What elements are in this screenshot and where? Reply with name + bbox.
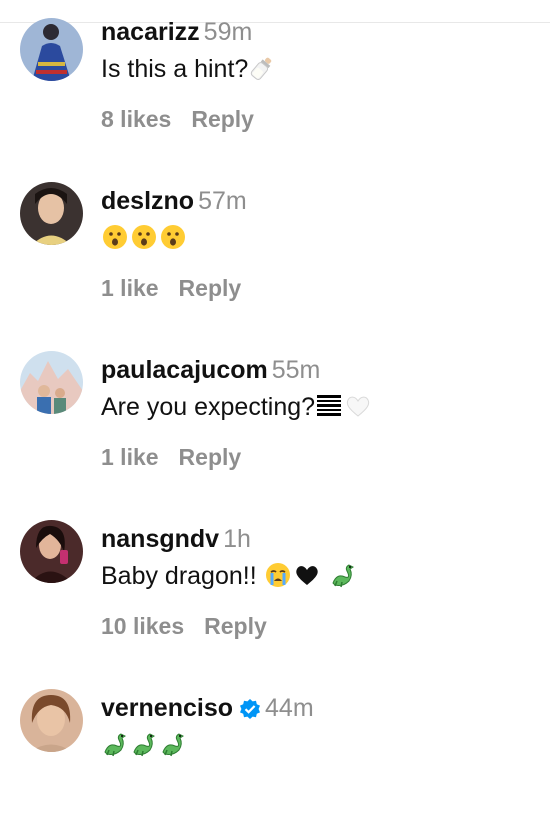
reply-button[interactable]: Reply: [204, 613, 267, 639]
barcode-icon: [315, 392, 343, 420]
username[interactable]: paulacajucom: [101, 356, 268, 384]
comment-header: vernenciso 44m: [101, 693, 314, 723]
dragon-icon: [130, 730, 158, 758]
comment-text: Are you expecting?: [101, 391, 373, 423]
comment-item: paulacajucom 55m Are you expecting? 1 lik…: [0, 338, 550, 488]
comment-body: Is this a hint?: [101, 55, 249, 83]
verified-badge-icon: [240, 699, 261, 719]
comment-header: deslzno 57m: [101, 186, 247, 216]
comment-text: [101, 222, 188, 254]
timestamp: 57m: [198, 187, 247, 215]
baby-bottle-icon: [248, 54, 276, 82]
timestamp: 59m: [203, 18, 253, 46]
dragon-icon: [329, 561, 357, 589]
likes-count[interactable]: 8 likes: [101, 106, 171, 132]
comment-actions: 1 like Reply: [101, 444, 241, 471]
comment-header: nacarizz 59m: [101, 17, 252, 47]
timestamp: 55m: [271, 356, 321, 384]
username[interactable]: nansgndv: [101, 525, 219, 553]
comment-text: Is this a hint?: [101, 53, 277, 85]
comment-text: Baby dragon!!: [101, 560, 358, 592]
username[interactable]: nacarizz: [101, 18, 200, 46]
likes-count[interactable]: 1 like: [101, 444, 159, 470]
comment-actions: 10 likes Reply: [101, 613, 267, 640]
avatar[interactable]: [20, 689, 83, 752]
dragon-icon: [101, 730, 129, 758]
likes-count[interactable]: 10 likes: [101, 613, 184, 639]
white-heart-icon: [344, 392, 372, 420]
comment-body: Baby dragon!!: [101, 562, 257, 590]
username[interactable]: vernenciso: [101, 694, 233, 722]
comment-body: Are you expecting?: [101, 393, 316, 421]
astonished-face-icon: [159, 223, 187, 251]
comment-header: paulacajucom 55m: [101, 355, 320, 385]
astonished-face-icon: [101, 223, 129, 251]
comment-item: deslzno 57m 1 like Reply: [0, 169, 550, 319]
black-heart-icon: [293, 561, 321, 589]
comment-actions: 8 likes Reply: [101, 106, 254, 133]
reply-button[interactable]: Reply: [179, 444, 242, 470]
crying-face-icon: [264, 561, 292, 589]
avatar[interactable]: [20, 520, 83, 583]
username[interactable]: deslzno: [101, 187, 194, 215]
dragon-icon: [159, 730, 187, 758]
comment-text: [101, 729, 188, 761]
timestamp: 44m: [265, 694, 314, 722]
likes-count[interactable]: 1 like: [101, 275, 159, 301]
comment-item: nacarizz 59m Is this a hint? 8 likes Reply: [0, 0, 550, 150]
comment-actions: 1 like Reply: [101, 275, 241, 302]
astonished-face-icon: [130, 223, 158, 251]
comment-item: nansgndv 1h Baby dragon!! 10 likes Reply: [0, 507, 550, 657]
avatar[interactable]: [20, 182, 83, 245]
avatar[interactable]: [20, 351, 83, 414]
avatar[interactable]: [20, 18, 83, 81]
comments-list: nacarizz 59m Is this a hint? 8 likes Reply…: [0, 0, 550, 775]
reply-button[interactable]: Reply: [179, 275, 242, 301]
reply-button[interactable]: Reply: [191, 106, 254, 132]
comment-header: nansgndv 1h: [101, 524, 251, 554]
timestamp: 1h: [223, 525, 251, 553]
comment-item: vernenciso 44m: [0, 676, 550, 826]
